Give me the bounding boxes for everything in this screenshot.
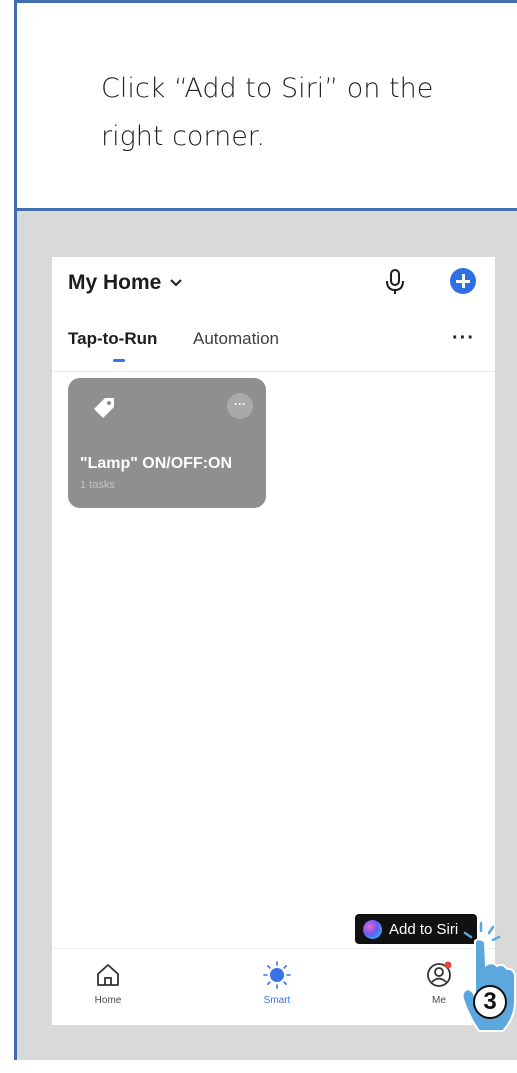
siri-icon (363, 919, 382, 939)
tabbar-home[interactable]: Home (73, 961, 143, 1006)
microphone-icon[interactable] (383, 268, 407, 296)
scene-card[interactable]: ··· "Lamp" ON/OFF:ON 1 tasks (68, 378, 266, 508)
sun-icon (263, 961, 291, 989)
home-title: My Home (68, 271, 162, 294)
bottom-tab-bar: Home Smart Me (52, 948, 495, 1025)
home-selector[interactable]: My Home (68, 271, 183, 295)
step-number-badge: 3 (473, 985, 507, 1019)
tabbar-smart[interactable]: Smart (242, 961, 312, 1006)
user-icon (427, 961, 452, 987)
instruction-text: Click “Add to Siri” on the right corner. (101, 73, 434, 152)
add-icon[interactable] (450, 268, 476, 294)
app-header: My Home Tap-to-Run Automation ··· (52, 257, 495, 372)
tab-tap-to-run[interactable]: Tap-to-Run (68, 329, 157, 349)
phone-screen: My Home Tap-to-Run Automation ··· ··· "L… (52, 257, 495, 1025)
tag-icon (94, 398, 114, 418)
scene-more-button[interactable]: ··· (227, 393, 253, 419)
instruction-panel: Click “Add to Siri” on the right corner. (17, 3, 517, 211)
tabbar-home-label: Home (94, 995, 122, 1006)
home-icon (97, 964, 119, 986)
tabbar-smart-label: Smart (263, 995, 291, 1006)
more-options-button[interactable]: ··· (452, 327, 475, 350)
chevron-down-icon (170, 279, 183, 287)
active-tab-indicator (113, 359, 125, 362)
add-to-siri-label: Add to Siri (389, 920, 459, 938)
scene-title: "Lamp" ON/OFF:ON (80, 455, 233, 472)
tab-automation[interactable]: Automation (193, 329, 279, 349)
scene-task-count: 1 tasks (80, 479, 115, 491)
